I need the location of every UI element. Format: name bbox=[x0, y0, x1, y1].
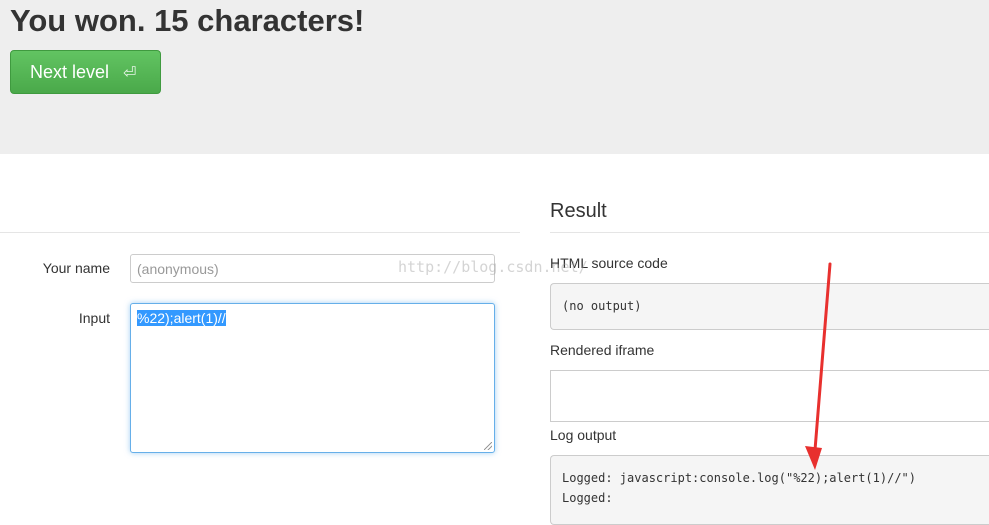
result-divider bbox=[550, 232, 989, 233]
html-source-label: HTML source code bbox=[550, 255, 668, 271]
resize-grip[interactable] bbox=[484, 442, 492, 450]
result-title: Result bbox=[550, 200, 607, 222]
log-line: Logged: javascript:console.log("%22);ale… bbox=[562, 471, 917, 485]
rendered-iframe-label: Rendered iframe bbox=[550, 342, 655, 358]
log-line: Logged: bbox=[562, 491, 613, 505]
next-level-button[interactable]: Next level ⏎ bbox=[10, 50, 161, 94]
log-output-box: Logged: javascript:console.log("%22);ale… bbox=[550, 455, 989, 525]
html-source-value: (no output) bbox=[562, 299, 642, 313]
next-level-label: Next level bbox=[30, 61, 110, 82]
html-source-box: (no output) bbox=[550, 283, 989, 330]
form-divider bbox=[0, 232, 520, 233]
name-input[interactable] bbox=[130, 254, 495, 283]
log-output-label: Log output bbox=[550, 427, 617, 443]
input-label: Input bbox=[78, 310, 110, 326]
rendered-iframe bbox=[550, 370, 989, 422]
header-band: You won. 15 characters! Next level ⏎ bbox=[0, 0, 989, 154]
input-textarea[interactable]: %22);alert(1)// bbox=[130, 303, 495, 453]
your-name-label: Your name bbox=[42, 260, 110, 276]
input-selected-text: %22);alert(1)// bbox=[137, 310, 226, 326]
win-title: You won. 15 characters! bbox=[10, 3, 365, 38]
enter-icon: ⏎ bbox=[123, 62, 137, 82]
